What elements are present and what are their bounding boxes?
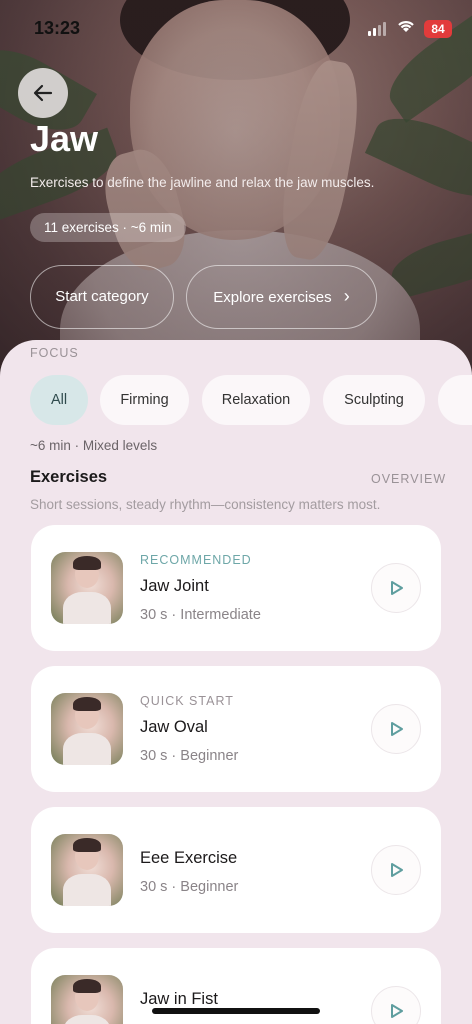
- exercise-tag: QUICK START: [140, 694, 234, 708]
- explore-exercises-label: Explore exercises: [213, 289, 332, 306]
- overview-link[interactable]: OVERVIEW: [371, 472, 446, 486]
- category-description: Exercises to define the jawline and rela…: [30, 175, 375, 190]
- play-button[interactable]: [371, 986, 421, 1024]
- filter-chip-all[interactable]: All: [30, 375, 88, 425]
- wifi-icon: [396, 18, 416, 39]
- filter-chip-sculpting[interactable]: Sculpting: [323, 375, 425, 425]
- exercise-card[interactable]: RECOMMENDED Jaw Joint 30 s · Intermediat…: [31, 525, 441, 651]
- exercise-thumbnail: [51, 552, 123, 624]
- exercise-thumbnail: [51, 834, 123, 906]
- play-icon: [391, 722, 403, 736]
- explore-exercises-button[interactable]: Explore exercises ›: [186, 265, 377, 329]
- exercise-thumbnail: [51, 693, 123, 765]
- play-button[interactable]: [371, 704, 421, 754]
- home-indicator[interactable]: [152, 1008, 320, 1014]
- play-button[interactable]: [371, 845, 421, 895]
- chip-label: Firming: [120, 392, 169, 408]
- play-icon: [391, 863, 403, 877]
- chevron-right-icon: ›: [343, 286, 350, 306]
- focus-label: FOCUS: [30, 346, 79, 360]
- exercise-name: Eee Exercise: [140, 849, 238, 867]
- chip-label: Sculpting: [344, 392, 404, 408]
- exercise-name: Jaw in Fist: [140, 990, 218, 1008]
- cellular-signal-icon: [368, 22, 386, 36]
- chip-label: Relaxation: [221, 392, 291, 408]
- status-bar: 13:23 84: [0, 14, 472, 44]
- exercises-heading: Exercises: [30, 468, 108, 486]
- exercise-tag: RECOMMENDED: [140, 553, 252, 567]
- start-category-button[interactable]: Start category: [30, 265, 174, 329]
- exercise-name: Jaw Oval: [140, 718, 208, 736]
- play-icon: [391, 581, 403, 595]
- filter-chip-firming[interactable]: Firming: [100, 375, 189, 425]
- exercise-meta: 30 s · Beginner: [140, 879, 239, 895]
- play-icon: [391, 1004, 403, 1018]
- exercise-card[interactable]: QUICK START Jaw Oval 30 s · Beginner: [31, 666, 441, 792]
- focus-meta: ~6 min · Mixed levels: [30, 438, 158, 453]
- exercise-meta: 30 s · Intermediate: [140, 607, 261, 623]
- exercises-subtitle: Short sessions, steady rhythm—consistenc…: [30, 497, 381, 512]
- page-title: Jaw: [30, 118, 99, 159]
- exercise-count-badge: 11 exercises · ~6 min: [30, 213, 186, 242]
- exercise-thumbnail: [51, 975, 123, 1024]
- arrow-left-icon: [33, 84, 53, 102]
- status-time: 13:23: [34, 18, 81, 38]
- battery-icon: 84: [424, 20, 452, 38]
- play-button[interactable]: [371, 563, 421, 613]
- exercise-name: Jaw Joint: [140, 577, 209, 595]
- filter-chip-relaxation[interactable]: Relaxation: [202, 375, 310, 425]
- start-category-label: Start category: [55, 288, 149, 305]
- exercise-meta: 30 s · Beginner: [140, 748, 239, 764]
- chip-label: All: [50, 392, 68, 408]
- back-button[interactable]: [18, 68, 68, 118]
- exercise-card[interactable]: Eee Exercise 30 s · Beginner: [31, 807, 441, 933]
